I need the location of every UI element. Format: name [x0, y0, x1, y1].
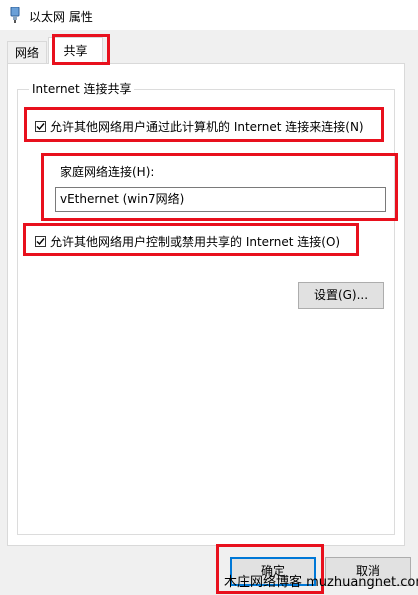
watermark-text: 木庄网络博客 muzhuangnet.com	[224, 575, 418, 590]
ics-group-box	[17, 89, 395, 535]
window-title: 以太网 属性	[29, 10, 93, 24]
settings-button[interactable]: 设置(G)...	[298, 282, 384, 309]
tab-network[interactable]: 网络	[7, 41, 47, 63]
home-network-label: 家庭网络连接(H):	[60, 165, 155, 179]
checkbox-box[interactable]	[35, 236, 46, 247]
ics-group-title: Internet 连接共享	[29, 80, 135, 97]
home-network-select[interactable]: vEthernet (win7网络)	[55, 187, 386, 212]
checkbox-box[interactable]	[35, 121, 46, 132]
title-bar: 以太网 属性	[0, 0, 418, 30]
checkmark-icon	[36, 123, 45, 131]
allow-control-label: 允许其他网络用户控制或禁用共享的 Internet 连接(O)	[50, 235, 341, 249]
allow-control-checkbox[interactable]: 允许其他网络用户控制或禁用共享的 Internet 连接(O)	[35, 233, 340, 250]
network-adapter-icon	[10, 7, 20, 23]
checkmark-icon	[36, 238, 45, 246]
allow-share-checkbox[interactable]: 允许其他网络用户通过此计算机的 Internet 连接来连接(N)	[35, 118, 364, 135]
tab-sharing[interactable]: 共享	[48, 37, 103, 64]
allow-share-label: 允许其他网络用户通过此计算机的 Internet 连接来连接(N)	[50, 120, 364, 134]
